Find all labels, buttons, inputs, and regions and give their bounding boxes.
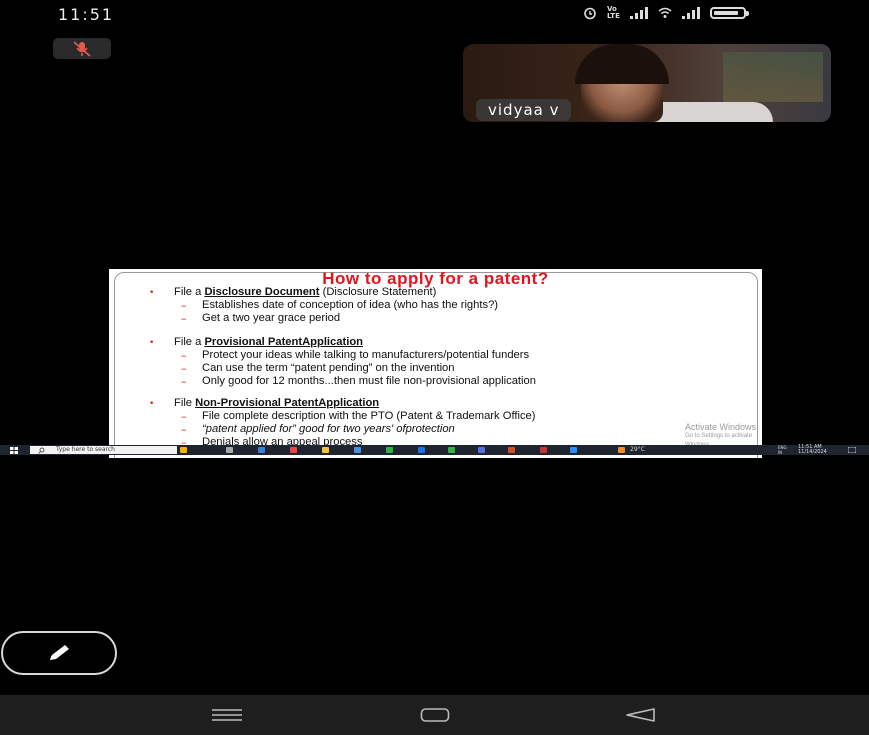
signal-icon — [681, 7, 700, 19]
battery-icon — [709, 7, 749, 19]
slide-item-3: File Non-Provisional PatentApplication — [174, 397, 379, 409]
item-link: Disclosure Document — [204, 286, 320, 298]
weather-icon — [618, 447, 625, 453]
back-button[interactable] — [622, 705, 658, 725]
dash: – — [181, 362, 187, 375]
status-time: 11:51 — [58, 5, 115, 24]
watermark-line: Activate Windows — [685, 422, 757, 432]
slide-item-1: File a Disclosure Document (Disclosure S… — [174, 286, 436, 298]
app-icon[interactable] — [478, 447, 485, 453]
dash: – — [181, 423, 187, 436]
slide-subitem: Establishes date of conception of idea (… — [202, 299, 499, 311]
powerpoint-icon[interactable] — [508, 447, 515, 453]
bullet: • — [149, 399, 155, 409]
item-link: Provisional PatentApplication — [204, 336, 363, 348]
slide-subitem: Can use the term “patent pending” on the… — [202, 362, 455, 374]
slide-subitem: Protect your ideas while talking to manu… — [202, 349, 530, 361]
item-prefix: File — [174, 397, 196, 409]
file-explorer-icon[interactable] — [322, 447, 329, 453]
edge-icon[interactable] — [258, 447, 265, 453]
pen-icon — [50, 645, 69, 660]
app-icon[interactable] — [354, 447, 361, 453]
windows-start-icon[interactable] — [10, 447, 18, 454]
taskbar-search-text: Type here to search — [56, 446, 115, 453]
slide-subitem: “patent applied for” good for two years'… — [202, 423, 455, 435]
app-icon[interactable] — [540, 447, 547, 453]
recents-button[interactable] — [210, 705, 244, 725]
home-icon — [420, 708, 450, 722]
recents-icon — [212, 709, 242, 721]
participant-name-tag: vidyaa v — [476, 99, 572, 121]
home-button[interactable] — [418, 705, 452, 725]
annotate-pen-button[interactable] — [1, 631, 117, 675]
alarm-icon — [584, 7, 596, 20]
volte-icon: Vo LTE — [607, 5, 620, 20]
whatsapp-icon[interactable] — [386, 447, 393, 453]
item-prefix: File a — [174, 336, 205, 348]
app-icon[interactable] — [448, 447, 455, 453]
search-icon — [38, 447, 45, 454]
wifi-icon — [658, 7, 672, 18]
shared-screen[interactable]: How to apply for a patent? • File a Disc… — [109, 269, 762, 458]
taskbar-weather: 29°C — [630, 446, 645, 453]
zoom-icon[interactable] — [570, 447, 577, 453]
item-link: Non-Provisional PatentApplication — [195, 397, 380, 409]
task-view-icon[interactable] — [226, 447, 233, 453]
item-suffix: (Disclosure Statement) — [319, 286, 437, 298]
signal-icon — [629, 7, 648, 19]
participant-hair — [575, 44, 669, 84]
mic-off-icon — [73, 40, 91, 57]
taskbar-clock: 11:51 AM 11/14/2024 — [798, 445, 827, 455]
background-shelf — [723, 52, 823, 102]
clock-date: 11/14/2024 — [798, 449, 827, 455]
widget-icon[interactable] — [180, 447, 187, 453]
dash: – — [181, 299, 187, 312]
bullet: • — [149, 338, 155, 348]
item-prefix: File a — [174, 286, 205, 298]
taskbar-language: ENG IN — [778, 445, 787, 455]
mic-toggle-button[interactable] — [53, 38, 111, 59]
status-icons: Vo LTE — [583, 5, 749, 20]
slide-item-2: File a Provisional PatentApplication — [174, 336, 363, 348]
dash: – — [181, 410, 187, 423]
slide-subitem: Only good for 12 months...then must file… — [202, 375, 536, 387]
dash: – — [181, 349, 187, 362]
dash: – — [181, 375, 187, 388]
back-icon — [626, 708, 655, 722]
app-icon[interactable] — [418, 447, 425, 453]
slide-subitem: File complete description with the PTO (… — [202, 410, 536, 422]
notification-icon[interactable] — [848, 447, 856, 453]
bullet: • — [149, 288, 155, 298]
chrome-icon[interactable] — [290, 447, 297, 453]
dash: – — [181, 312, 187, 325]
slide-subitem: Get a two year grace period — [202, 312, 341, 324]
